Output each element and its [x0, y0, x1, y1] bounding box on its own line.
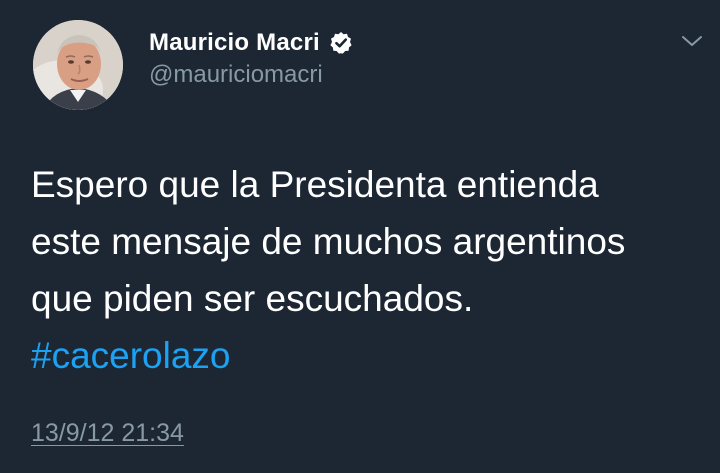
tweet-card: Mauricio Macri @mauriciomacri Espero que… — [0, 0, 720, 473]
hashtag-link[interactable]: #cacerolazo — [31, 327, 701, 384]
tweet-text: Espero que la Presidenta entienda este m… — [31, 156, 701, 384]
verified-badge-icon — [330, 32, 352, 54]
display-name[interactable]: Mauricio Macri — [149, 29, 320, 57]
avatar[interactable] — [33, 20, 123, 110]
tweet-text-line: Espero que la Presidenta entienda — [31, 164, 599, 205]
tweet-text-line: que piden ser escuchados. — [31, 278, 474, 319]
tweet-text-line: este mensaje de muchos argentinos — [31, 221, 626, 262]
chevron-down-icon[interactable] — [680, 31, 704, 51]
profile-photo — [33, 20, 123, 110]
user-handle[interactable]: @mauriciomacri — [149, 61, 323, 89]
tweet-timestamp[interactable]: 13/9/12 21:34 — [31, 419, 184, 448]
author-name-row[interactable]: Mauricio Macri — [149, 26, 353, 60]
